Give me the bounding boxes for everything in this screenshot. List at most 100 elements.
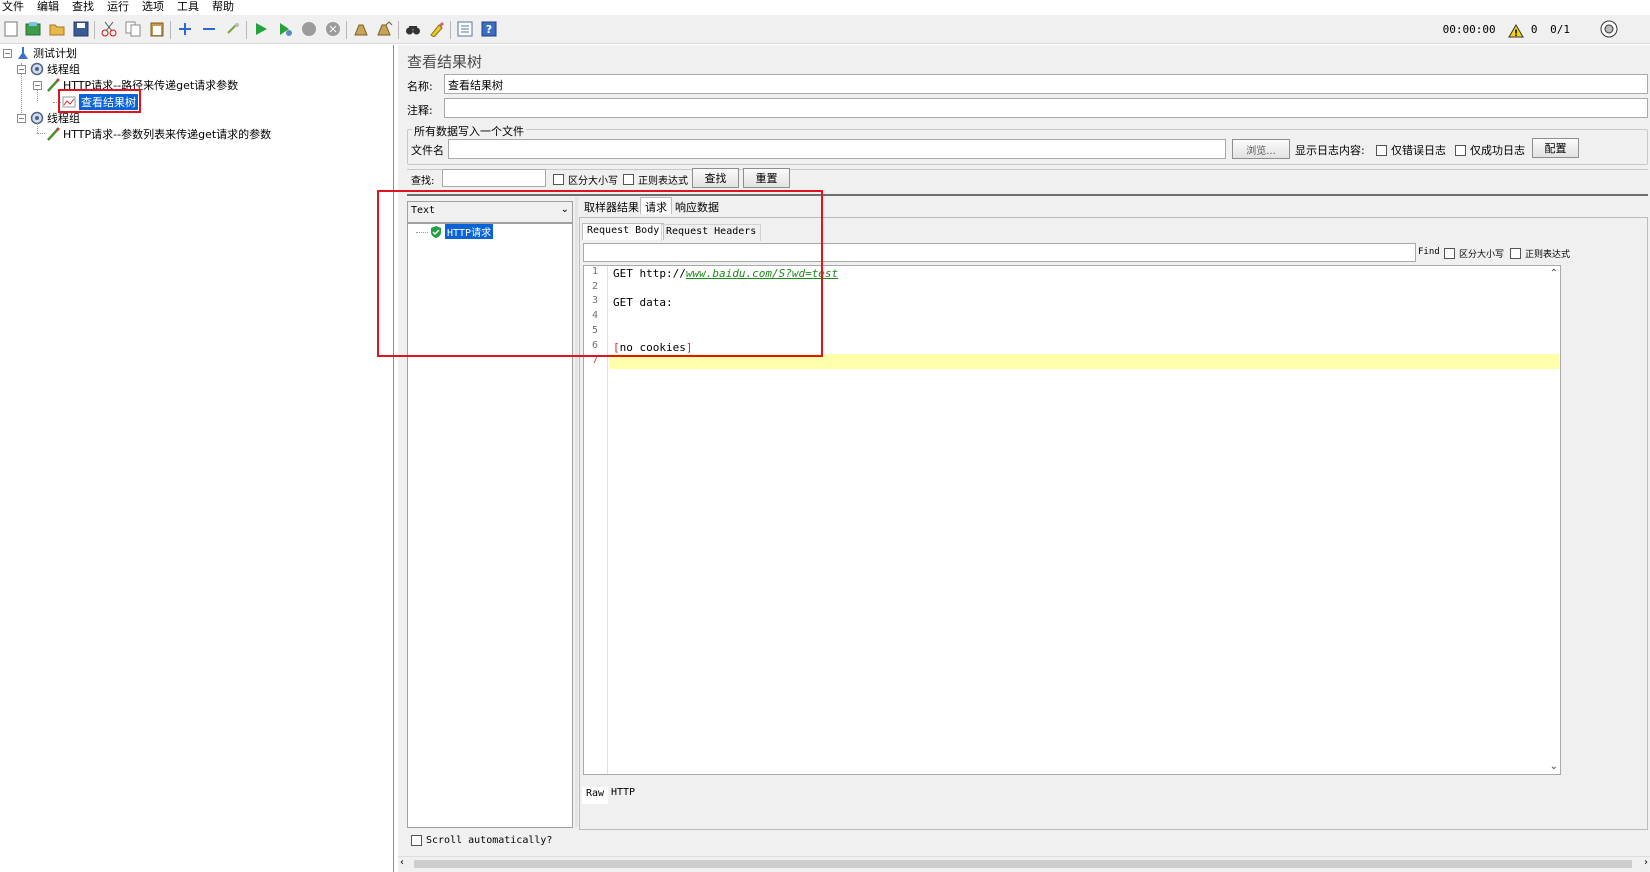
results-list: HTTP请求	[407, 223, 573, 828]
regex-checkbox[interactable]: 正则表达式	[623, 172, 688, 187]
clear-icon[interactable]	[352, 20, 370, 38]
start-icon[interactable]	[252, 20, 270, 38]
tab-request-headers[interactable]: Request Headers	[661, 224, 762, 241]
warning-icon[interactable]: !	[1508, 24, 1525, 39]
chevron-down-icon: ⌄	[560, 204, 569, 215]
log-content-label: 显示日志内容:	[1295, 144, 1365, 157]
tab-http[interactable]: HTTP	[607, 786, 639, 803]
remote-icon[interactable]	[1600, 20, 1618, 38]
tab-request-body[interactable]: Request Body	[582, 223, 665, 240]
status-bar: 00:00:00 ! 0 0/1	[1443, 23, 1570, 39]
search-icon[interactable]	[404, 20, 422, 38]
tree-node-http-request-1[interactable]: HTTP请求--路径来传递get请求参数	[46, 77, 238, 93]
panel-title: 查看结果树	[407, 53, 483, 71]
tree-node-http-request-2[interactable]: HTTP请求--参数列表来传递get请求的参数	[46, 126, 271, 142]
save-icon[interactable]	[72, 20, 90, 38]
comment-label: 注释:	[407, 104, 433, 117]
request-url-link[interactable]: www.baidu.com/S?wd=test	[686, 267, 838, 280]
name-label: 名称:	[407, 80, 433, 93]
toggle-icon[interactable]	[224, 20, 242, 38]
shutdown-icon[interactable]	[324, 20, 342, 38]
collapse-icon[interactable]	[200, 20, 218, 38]
svg-text:!: !	[1514, 29, 1518, 38]
toolbar: ? 00:00:00 ! 0 0/1	[0, 15, 1650, 44]
menu-options[interactable]: 选项	[140, 0, 169, 15]
scroll-thumb[interactable]	[414, 860, 1632, 868]
scroll-down-icon[interactable]: ⌄	[1550, 761, 1558, 772]
open-icon[interactable]	[48, 20, 66, 38]
scroll-auto-checkbox[interactable]: Scroll automatically?	[411, 835, 552, 846]
tab-response-data[interactable]: 响应数据	[671, 198, 723, 215]
browse-button[interactable]: 浏览...	[1232, 139, 1290, 159]
checkbox-box	[411, 835, 422, 846]
horizontal-scrollbar[interactable]: ‹ ›	[398, 856, 1650, 870]
reset-button[interactable]: 重置	[743, 168, 790, 188]
splitter[interactable]	[575, 197, 578, 827]
renderer-select[interactable]: Text ⌄	[407, 201, 573, 223]
success-only-checkbox[interactable]: 仅成功日志	[1455, 142, 1525, 158]
configure-button[interactable]: 配置	[1532, 138, 1579, 158]
toolbar-separator	[450, 21, 451, 39]
menu-search[interactable]: 查找	[70, 0, 99, 15]
expand-icon[interactable]	[176, 20, 194, 38]
new-icon[interactable]	[2, 20, 20, 38]
start-no-pause-icon[interactable]	[276, 20, 294, 38]
templates-icon[interactable]	[24, 20, 42, 38]
cut-icon[interactable]	[100, 20, 118, 38]
paste-icon[interactable]	[148, 20, 166, 38]
clear-all-icon[interactable]	[376, 20, 394, 38]
tab-sampler-result[interactable]: 取样器结果	[580, 198, 643, 215]
code-line: GET http://www.baidu.com/S?wd=test	[613, 267, 839, 280]
search-input[interactable]	[442, 169, 546, 187]
scroll-left-icon[interactable]: ‹	[400, 857, 404, 868]
comment-field[interactable]	[444, 98, 1648, 118]
collapse-toggle[interactable]: −	[33, 81, 42, 90]
toolbar-separator	[398, 21, 399, 39]
collapse-toggle[interactable]: −	[17, 65, 26, 74]
code-line: GET data:	[613, 296, 673, 309]
case-sensitive-checkbox[interactable]: 区分大小写	[553, 172, 618, 187]
file-group-title: 所有数据写入一个文件	[412, 123, 526, 139]
stop-icon[interactable]	[300, 20, 318, 38]
find-button[interactable]: 查找	[692, 168, 739, 188]
menu-help[interactable]: 帮助	[210, 0, 239, 15]
function-helper-icon[interactable]	[456, 20, 474, 38]
view-results-tree-panel: 查看结果树 名称: 查看结果树 注释: 所有数据写入一个文件 文件名 浏览...…	[398, 45, 1650, 872]
find-regex-checkbox[interactable]: 正则表达式	[1510, 247, 1570, 260]
success-shield-icon	[429, 225, 443, 239]
tree-node-test-plan[interactable]: 测试计划	[16, 45, 77, 61]
collapse-toggle[interactable]: −	[3, 49, 12, 58]
menu-tools[interactable]: 工具	[175, 0, 204, 15]
menu-edit[interactable]: 编辑	[35, 0, 64, 15]
warning-count: 0	[1530, 23, 1538, 36]
menu-run[interactable]: 运行	[105, 0, 134, 15]
tree-node-thread-group-1[interactable]: 线程组	[30, 61, 80, 77]
code-line: [no cookies]	[613, 341, 693, 354]
checkbox-box	[1510, 248, 1521, 259]
current-line-highlight	[609, 354, 1559, 369]
tab-raw[interactable]: Raw	[582, 787, 609, 804]
scroll-up-icon[interactable]: ⌃	[1550, 268, 1558, 279]
tab-request[interactable]: 请求	[640, 197, 672, 214]
file-label: 文件名	[411, 144, 444, 157]
svg-text:?: ?	[486, 23, 492, 36]
reset-search-icon[interactable]	[428, 20, 446, 38]
collapse-toggle[interactable]: −	[17, 114, 26, 123]
find-label: Find	[1418, 247, 1440, 257]
help-icon[interactable]: ?	[480, 20, 498, 38]
search-label: 查找:	[411, 176, 435, 187]
checkbox-box	[623, 174, 634, 185]
request-find-input[interactable]	[583, 243, 1416, 262]
toolbar-separator	[246, 21, 247, 39]
copy-icon[interactable]	[124, 20, 142, 38]
tree-node-view-results-tree[interactable]: 查看结果树	[62, 94, 138, 110]
find-case-checkbox[interactable]: 区分大小写	[1444, 247, 1504, 260]
file-name-field[interactable]	[448, 139, 1226, 159]
result-item[interactable]: HTTP请求	[429, 224, 494, 239]
scroll-right-icon[interactable]: ›	[1644, 857, 1648, 868]
errors-only-checkbox[interactable]: 仅错误日志	[1376, 142, 1446, 158]
name-field[interactable]: 查看结果树	[444, 74, 1648, 94]
menu-file[interactable]: 文件	[0, 0, 29, 15]
request-body-editor[interactable]: 1 GET http://www.baidu.com/S?wd=test 2 3…	[583, 265, 1561, 775]
listener-icon	[62, 95, 76, 109]
